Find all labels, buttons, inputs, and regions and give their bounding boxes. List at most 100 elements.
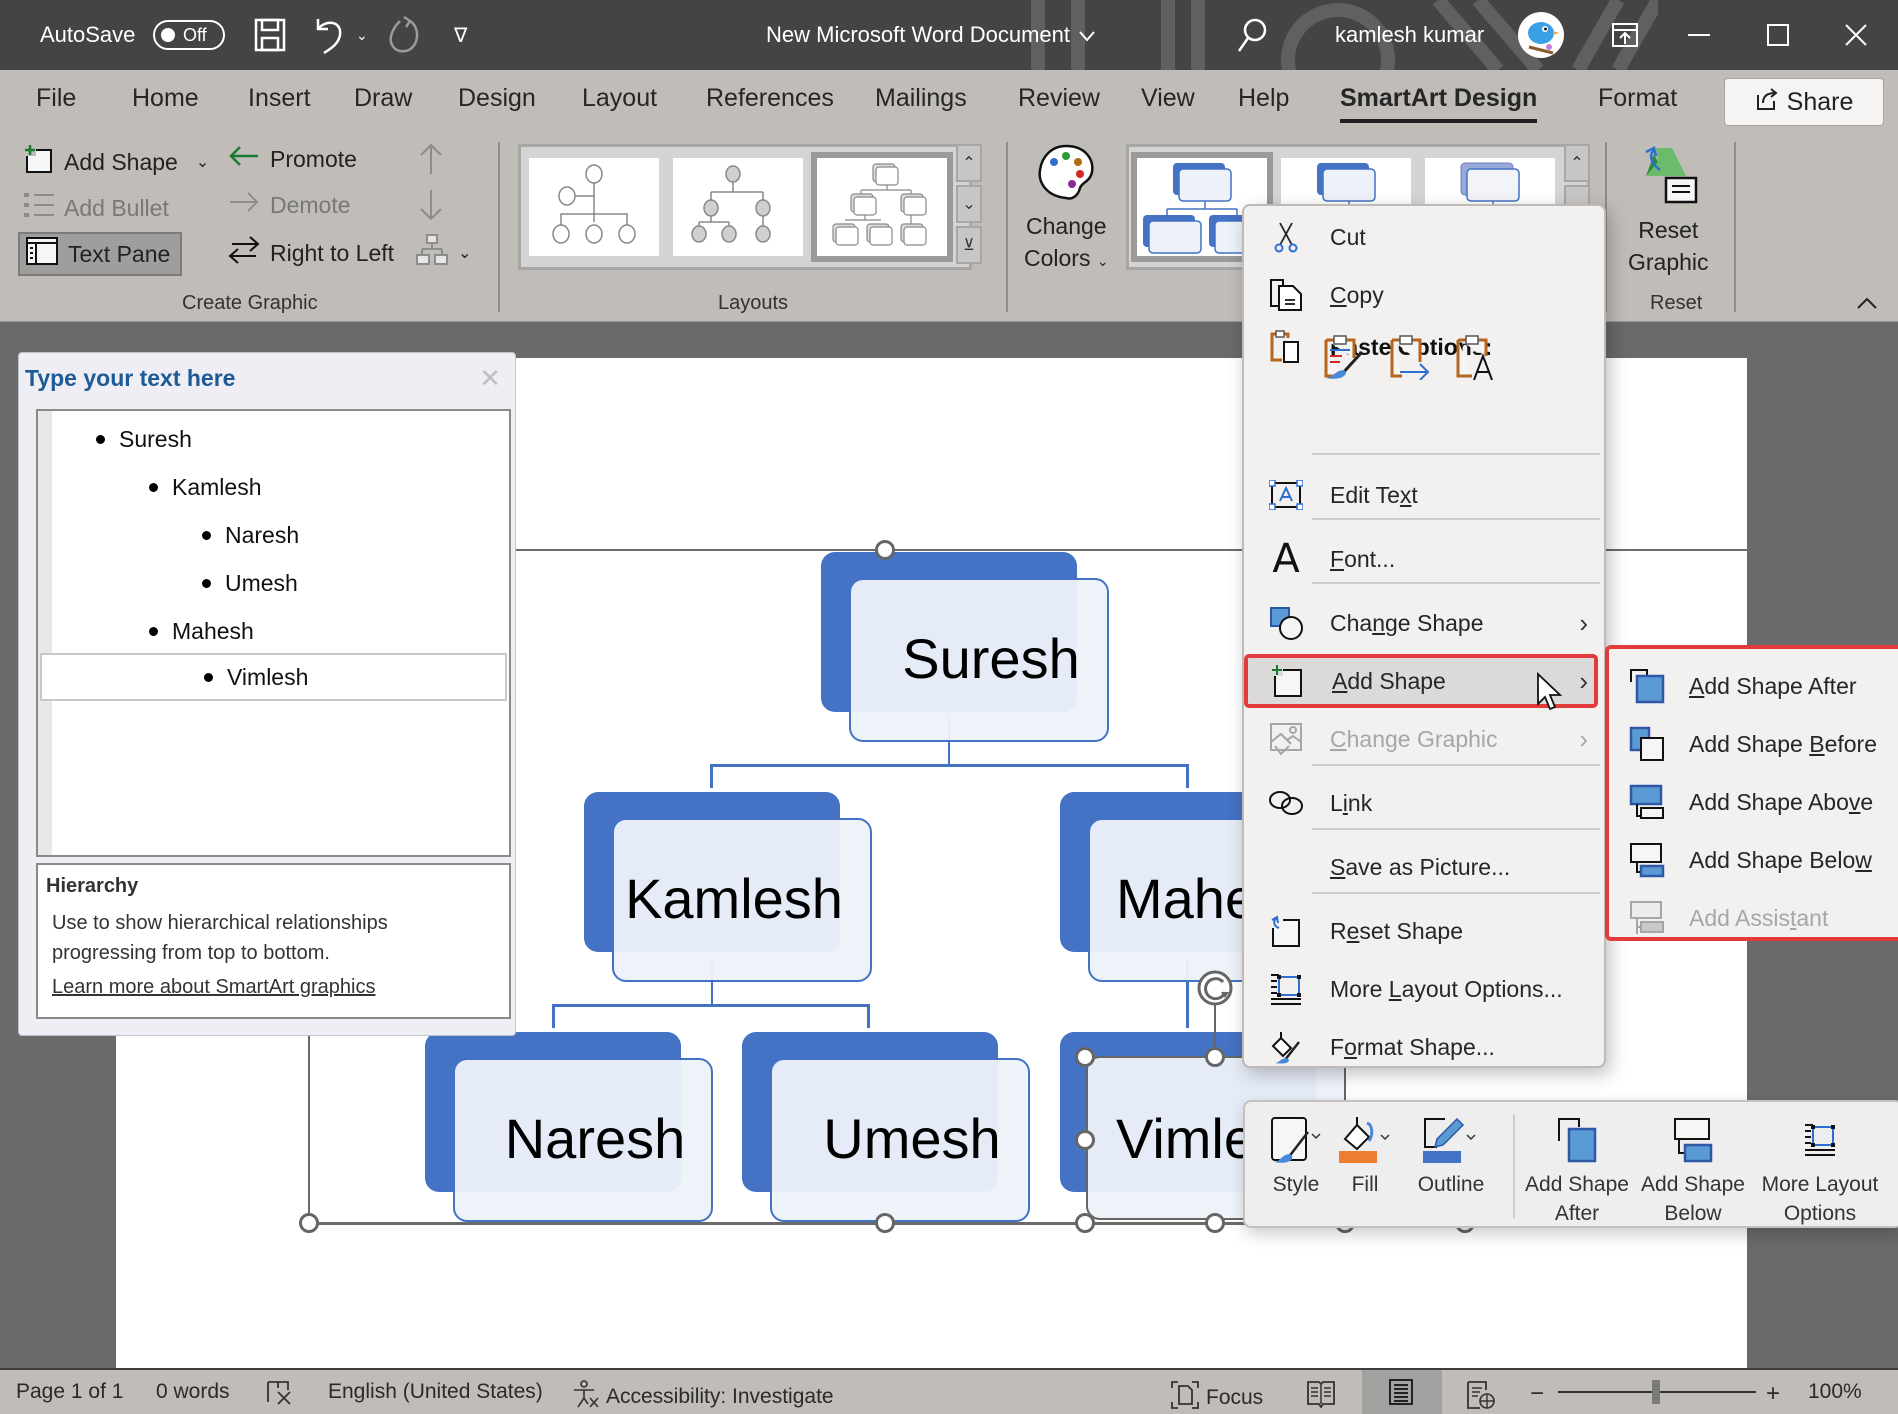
zoom-slider-thumb[interactable]: [1652, 1380, 1660, 1404]
tab-home[interactable]: Home: [132, 84, 199, 113]
search-icon[interactable]: [1236, 0, 1268, 70]
resize-handle[interactable]: [1075, 1213, 1095, 1233]
text-pane-button[interactable]: Text Pane: [18, 232, 183, 276]
reset-graphic-button[interactable]: Reset Graphic: [1628, 142, 1709, 278]
list-item[interactable]: Naresh: [38, 511, 509, 559]
resize-handle[interactable]: [875, 540, 895, 560]
accessibility-status[interactable]: Accessibility: Investigate: [572, 1380, 834, 1414]
tab-mailings[interactable]: Mailings: [875, 84, 967, 113]
zoom-in-button[interactable]: +: [1766, 1380, 1780, 1408]
outline-button[interactable]: Outline: [1403, 1110, 1499, 1200]
add-shape-button[interactable]: Add Shape ⌄: [24, 144, 209, 180]
menu-item-edit-text[interactable]: Edit Text: [1244, 470, 1604, 520]
right-to-left-button[interactable]: Right to Left: [228, 234, 394, 272]
tab-file[interactable]: File: [36, 84, 76, 113]
layout-button[interactable]: ⌄: [416, 234, 471, 272]
list-item[interactable]: Mahesh: [38, 607, 509, 655]
resize-handle[interactable]: [299, 1213, 319, 1233]
resize-handle[interactable]: [1075, 1047, 1095, 1067]
page-count[interactable]: Page 1 of 1: [16, 1380, 123, 1404]
menu-item-change-shape[interactable]: Change Shape ›: [1244, 598, 1604, 648]
undo-icon[interactable]: [312, 0, 346, 70]
tab-design[interactable]: Design: [458, 84, 536, 113]
paste-merge-formatting-icon[interactable]: [1388, 334, 1432, 385]
resize-handle[interactable]: [1075, 1130, 1095, 1150]
move-up-button[interactable]: [418, 142, 444, 182]
layout-thumbnail-labeled-hierarchy[interactable]: [529, 158, 659, 256]
gallery-scroll-up-icon[interactable]: ⌃: [956, 144, 982, 182]
promote-button[interactable]: Promote: [228, 144, 357, 174]
menu-item-format-shape[interactable]: Format Shape...: [1244, 1022, 1604, 1072]
submenu-item-add-shape-after[interactable]: Add Shape After: [1609, 661, 1898, 711]
list-item[interactable]: Suresh: [38, 415, 509, 463]
autosave-toggle[interactable]: Off: [153, 20, 225, 50]
web-layout-icon[interactable]: [1466, 1380, 1496, 1410]
submenu-item-add-shape-above[interactable]: Add Shape Above: [1609, 777, 1898, 827]
paste-keep-text-only-icon[interactable]: [1454, 334, 1498, 385]
layout-thumbnail-hierarchy-selected[interactable]: [811, 152, 953, 262]
minimize-icon[interactable]: [1669, 0, 1729, 70]
word-count[interactable]: 0 words: [156, 1380, 230, 1404]
share-button[interactable]: Share: [1724, 78, 1884, 126]
redo-icon[interactable]: [386, 0, 422, 70]
tab-draw[interactable]: Draw: [354, 84, 412, 113]
list-item[interactable]: Umesh: [38, 559, 509, 607]
menu-item-reset-shape[interactable]: Reset Shape: [1244, 906, 1604, 956]
document-title[interactable]: New Microsoft Word Document: [766, 0, 1096, 70]
submenu-item-add-shape-before[interactable]: Add Shape Before: [1609, 719, 1898, 769]
rotate-handle-icon[interactable]: [1195, 968, 1235, 1013]
paste-keep-source-formatting-icon[interactable]: [1322, 334, 1366, 385]
tab-smartart-design[interactable]: SmartArt Design: [1340, 84, 1538, 123]
demote-button[interactable]: Demote: [228, 190, 351, 220]
list-item[interactable]: Kamlesh: [38, 463, 509, 511]
proofing-icon[interactable]: [266, 1380, 294, 1406]
resize-handle[interactable]: [1205, 1213, 1225, 1233]
zoom-level[interactable]: 100%: [1808, 1380, 1862, 1404]
layout-thumbnail-circle-hierarchy[interactable]: [673, 158, 803, 256]
save-icon[interactable]: [254, 0, 286, 70]
maximize-icon[interactable]: [1748, 0, 1808, 70]
menu-item-cut[interactable]: Cut: [1244, 212, 1604, 262]
menu-item-copy[interactable]: Copy: [1244, 270, 1604, 320]
gallery-scroll-up-icon[interactable]: ⌃: [1564, 144, 1590, 182]
tab-layout[interactable]: Layout: [582, 84, 657, 113]
add-shape-dropdown-icon[interactable]: ⌄: [196, 152, 209, 172]
add-bullet-button[interactable]: Add Bullet: [24, 190, 169, 226]
add-shape-after-button[interactable]: Add Shape After: [1523, 1110, 1631, 1228]
print-layout-button[interactable]: [1362, 1370, 1442, 1414]
customize-qat-icon[interactable]: ∇: [454, 0, 467, 70]
tab-format[interactable]: Format: [1598, 84, 1677, 113]
menu-item-save-as-picture[interactable]: Save as Picture...: [1244, 842, 1604, 892]
close-icon[interactable]: ✕: [479, 363, 501, 394]
ribbon-display-options-icon[interactable]: [1595, 0, 1655, 70]
change-colors-button[interactable]: Change Colors ⌄: [1024, 142, 1109, 276]
learn-more-link[interactable]: Learn more about SmartArt graphics: [52, 976, 501, 999]
collapse-ribbon-icon[interactable]: [1856, 294, 1878, 315]
resize-handle[interactable]: [1205, 1047, 1225, 1067]
undo-dropdown-icon[interactable]: ⌄: [356, 0, 368, 70]
read-mode-icon[interactable]: [1306, 1380, 1336, 1408]
menu-item-add-shape[interactable]: Add Shape ›: [1244, 654, 1598, 711]
gallery-more-icon[interactable]: ⊻: [956, 226, 982, 264]
more-layout-options-button[interactable]: More Layout Options: [1757, 1110, 1883, 1228]
menu-item-link[interactable]: Link: [1244, 778, 1604, 828]
close-icon[interactable]: [1826, 0, 1886, 70]
list-item-selected[interactable]: Vimlesh: [40, 653, 507, 701]
submenu-item-add-assistant[interactable]: Add Assistant: [1609, 893, 1898, 943]
tab-references[interactable]: References: [706, 84, 834, 113]
focus-mode-button[interactable]: Focus: [1170, 1380, 1263, 1414]
menu-item-font[interactable]: A Font...: [1244, 534, 1604, 584]
language[interactable]: English (United States): [328, 1380, 543, 1404]
avatar[interactable]: [1518, 12, 1564, 58]
menu-item-change-graphic[interactable]: Change Graphic ›: [1244, 714, 1604, 764]
style-button[interactable]: Style: [1265, 1110, 1327, 1200]
zoom-out-button[interactable]: −: [1530, 1380, 1544, 1408]
tab-insert[interactable]: Insert: [248, 84, 311, 113]
menu-item-more-layout-options[interactable]: More Layout Options...: [1244, 964, 1604, 1014]
move-down-button[interactable]: [418, 188, 444, 228]
submenu-item-add-shape-below[interactable]: Add Shape Below: [1609, 835, 1898, 885]
resize-handle[interactable]: [875, 1213, 895, 1233]
text-pane-list[interactable]: Suresh Kamlesh Naresh Umesh Mahesh Vimle…: [36, 409, 511, 857]
tab-view[interactable]: View: [1141, 84, 1195, 113]
user-name[interactable]: kamlesh kumar: [1335, 0, 1484, 70]
